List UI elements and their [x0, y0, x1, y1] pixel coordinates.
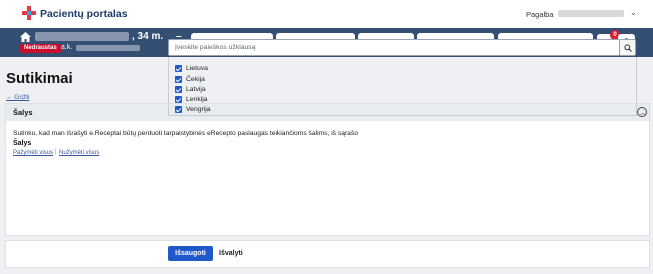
help-link[interactable]: Pagalba: [526, 10, 554, 19]
country-list: Lietuva Čekija Latvija Lenkija Vengrija: [168, 57, 637, 116]
top-header: Pacientų portalas Pagalba ⌄: [0, 0, 653, 28]
list-item-lietuva[interactable]: Lietuva: [175, 64, 208, 73]
chevron-up-icon: ︿: [640, 111, 647, 117]
country-label: Vengrija: [186, 106, 211, 113]
country-label: Lenkija: [186, 96, 208, 103]
country-label: Latvija: [186, 86, 206, 93]
checkbox-checked-icon[interactable]: [175, 106, 182, 113]
countries-panel: Šalys ︿ Sutinku, kad man išrašyti e.Rece…: [5, 103, 650, 236]
search-button[interactable]: [619, 39, 636, 56]
country-label: Čekija: [186, 76, 205, 83]
checkbox-checked-icon[interactable]: [175, 76, 182, 83]
patient-name-redacted: [35, 32, 129, 41]
insurance-status-badge: Nedraustas: [20, 44, 61, 53]
checkbox-checked-icon[interactable]: [175, 65, 182, 72]
deselect-all-link[interactable]: Nužymėti visus: [59, 150, 99, 156]
clear-button[interactable]: Išvalyti: [219, 250, 243, 257]
personal-code-label: a.k.: [61, 44, 73, 51]
portal-logo-icon[interactable]: [22, 6, 36, 20]
link-separator: |: [55, 149, 57, 155]
country-label: Lietuva: [186, 65, 208, 72]
checkbox-checked-icon[interactable]: [175, 96, 182, 103]
patient-age: , 34 m.: [132, 31, 164, 42]
list-item-vengrija[interactable]: Vengrija: [175, 105, 211, 114]
actions-panel: [5, 240, 650, 268]
panel-title: Šalys: [13, 108, 33, 117]
country-search-input[interactable]: [168, 39, 620, 56]
checkbox-checked-icon[interactable]: [175, 86, 182, 93]
home-icon[interactable]: [20, 32, 31, 42]
consent-text: Sutinku, kad man išrašyti e.Receptai būt…: [13, 130, 358, 137]
personal-code-redacted: [76, 45, 140, 51]
app-name[interactable]: Pacientų portalas: [40, 8, 128, 20]
list-item-latvija[interactable]: Latvija: [175, 85, 206, 94]
search-icon: [623, 43, 632, 52]
page-title: Sutikimai: [6, 70, 73, 87]
list-item-cekija[interactable]: Čekija: [175, 75, 205, 84]
user-menu-chevron-icon[interactable]: ⌄: [630, 8, 637, 17]
user-name-redacted[interactable]: [558, 10, 624, 17]
select-all-link[interactable]: Pažymėti visus: [13, 150, 53, 156]
save-button[interactable]: Išsaugoti: [168, 246, 213, 261]
list-item-lenkija[interactable]: Lenkija: [175, 95, 208, 104]
back-link[interactable]: ← Grįžti: [6, 94, 29, 101]
countries-field-label: Šalys: [13, 140, 32, 147]
